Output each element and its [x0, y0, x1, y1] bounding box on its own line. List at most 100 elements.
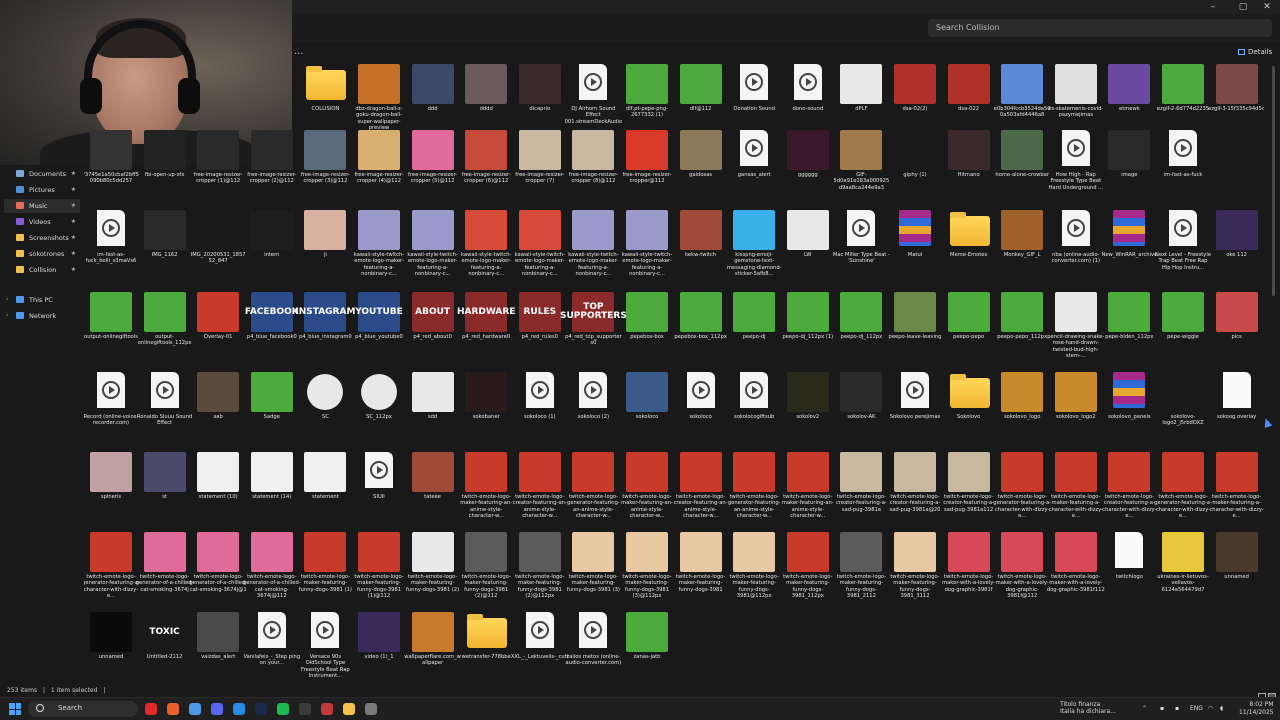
file-item[interactable]: pepe-wiggle — [1156, 290, 1210, 370]
taskbar-search[interactable]: Search — [28, 701, 138, 717]
file-item[interactable]: output-onlinegiftools — [84, 290, 138, 370]
nav-item-screenshots[interactable]: Screenshots ★ — [4, 231, 80, 245]
file-item[interactable]: sokoloco (1) — [513, 370, 567, 450]
file-item[interactable]: Overlay-01 — [191, 290, 245, 370]
file-item[interactable]: free-image-resizer-cropper (1)@112 — [191, 128, 245, 208]
tray-app-icon[interactable]: ▪ — [1160, 705, 1164, 712]
file-item[interactable]: sokolocogiftsub — [727, 370, 781, 450]
file-item[interactable]: statement (10) — [191, 450, 245, 530]
file-item[interactable]: pepebox-box_112px — [674, 290, 728, 370]
file-item[interactable]: gaidosas — [674, 128, 728, 208]
file-item[interactable]: twitchlogo — [1102, 530, 1156, 610]
file-item[interactable]: How High - Rap Freestyle Type Beat Hard … — [1048, 128, 1103, 208]
brave-icon[interactable] — [167, 703, 179, 715]
steam-icon[interactable] — [255, 703, 267, 715]
file-item[interactable]: twitch-emote-logo-maker-featuring-a-char… — [1049, 450, 1103, 530]
file-item[interactable]: sab — [191, 370, 245, 450]
file-item[interactable]: Ronaldo Siuuu Sound Effect — [137, 370, 192, 450]
file-item[interactable]: pepebox-box — [620, 290, 674, 370]
file-item[interactable]: im-fast-as-fuck — [1156, 128, 1210, 208]
file-item[interactable]: LW — [781, 208, 835, 288]
file-item[interactable]: twitch-emote-logo-generator-of-a-chilled… — [189, 530, 247, 610]
file-item[interactable]: vaizdas_alert — [191, 610, 245, 682]
more-options-button[interactable]: ... — [294, 46, 304, 57]
file-item[interactable]: Matui — [888, 208, 942, 288]
file-item[interactable]: ukraines-ir-lietuvos-veliavos-6124a56447… — [1156, 530, 1210, 610]
file-item[interactable]: twitch-emote-logo-generator-featuring-an… — [566, 450, 620, 530]
file-item[interactable]: TOXIC Untitled-2112 — [138, 610, 192, 682]
file-item[interactable]: pepe-biden_112px — [1102, 290, 1156, 370]
file-item[interactable]: sokoog.overlay — [1210, 370, 1264, 450]
file-item[interactable]: pics — [1210, 290, 1264, 370]
file-item[interactable]: gansas_alert — [727, 128, 781, 208]
file-item[interactable]: Sokolovo — [942, 370, 996, 450]
file-item[interactable]: twitch-emote-logo-creator-featuring-an-a… — [674, 450, 728, 530]
file-item[interactable]: video (1)_1 — [352, 610, 406, 682]
file-item[interactable]: twitch-emote-logo-maker-with-a-lovely-do… — [995, 530, 1049, 610]
file-item[interactable]: free-image-resizer-cropper (8)@112 — [566, 128, 620, 208]
file-item[interactable]: twitch-emote-logo-generator-featuring-a-… — [1154, 450, 1212, 530]
close-button[interactable]: ✕ — [1256, 0, 1278, 14]
nav-item-pictures[interactable]: Pictures ★ — [4, 183, 80, 197]
file-item[interactable]: gggggg — [781, 128, 835, 208]
file-item[interactable]: peepo-pepo — [942, 290, 996, 370]
chevron-right-icon[interactable]: › — [6, 309, 8, 323]
file-item[interactable]: twitch-emote-logo-maker-with-a-lovely-do… — [1047, 530, 1105, 610]
file-item[interactable]: twitch-emote-logo-generator-featuring-a-… — [993, 450, 1051, 530]
file-item[interactable]: wallpaperflare.com_wallpaper — [404, 610, 461, 682]
file-item[interactable]: twitch-emote-logo-creator-featuring-a-sa… — [942, 450, 996, 530]
file-item[interactable]: New_WinRAR_archive — [1101, 208, 1157, 288]
obs-icon[interactable] — [299, 703, 311, 715]
file-item[interactable]: SC — [298, 370, 352, 450]
file-item[interactable]: Versace 90s OldSchool Type Freestyle Bea… — [298, 610, 352, 682]
file-item[interactable]: sokolovo-logo2_j5rbdOXZ — [1156, 370, 1210, 450]
file-item[interactable]: kawaii-style-twitch-emote-logo-maker-fea… — [406, 208, 460, 288]
nav-item-videos[interactable]: Videos ★ — [4, 215, 80, 229]
file-item[interactable]: kawaii-style-twitch-emote-logo-maker-fea… — [566, 208, 620, 288]
volume-icon[interactable]: ◖ — [1220, 705, 1223, 712]
file-item[interactable]: twitch-emote-logo-maker-featuring-funny-… — [566, 530, 620, 610]
file-item[interactable]: peepo-dj_112px — [834, 290, 888, 370]
file-item[interactable]: fbi-open-up-sfx — [138, 128, 192, 208]
file-item[interactable]: RULES p4_red_rules0 — [513, 290, 567, 370]
file-item[interactable]: tateee — [406, 450, 460, 530]
file-item[interactable]: kekw-twitch — [674, 208, 728, 288]
maximize-button[interactable]: ▢ — [1232, 0, 1254, 14]
file-item[interactable]: twitch-emote-logo-generator-featuring-an… — [727, 450, 781, 530]
details-button[interactable]: Details — [1238, 48, 1272, 56]
file-item[interactable]: pencil-drawing-snake-rose-hand-drawn-twi… — [1047, 290, 1104, 370]
edge-icon[interactable] — [233, 703, 245, 715]
scrollbar[interactable] — [1272, 66, 1275, 296]
file-item[interactable]: twitch-emote-logo-maker-featuring-funny-… — [459, 530, 513, 610]
file-item[interactable]: twitch-emote-logo-generator-of-a-chilled… — [136, 530, 193, 610]
file-item[interactable]: twitch-emote-logo-maker-featuring-an-ani… — [459, 450, 513, 530]
file-item[interactable]: sokoloco — [674, 370, 728, 450]
explorer-icon[interactable] — [343, 703, 355, 715]
file-item[interactable]: peepo-dj_112px (1) — [781, 290, 835, 370]
file-item[interactable]: Vanilafeis_-_Step ping on your... — [243, 610, 300, 682]
file-item[interactable]: free-image-resizer-cropper (4)@112 — [352, 128, 406, 208]
file-item[interactable]: nba (online-audio-converter.com) (1) — [1049, 208, 1103, 288]
file-item[interactable]: FACEBOOK p4_blue_facebook0 — [245, 290, 299, 370]
file-item[interactable]: twitch-emote-logo-creator-featuring-a-ch… — [1102, 450, 1157, 530]
file-item[interactable]: SIUII — [352, 450, 406, 530]
file-item[interactable]: twitch-emote-logo-maker-featuring-funny-… — [620, 530, 674, 610]
file-item[interactable]: free-image-resizer-cropper@112 — [620, 128, 674, 208]
file-item[interactable]: TOP SUPPORTERS p4_red_top_supporters0 — [560, 290, 627, 370]
file-item[interactable]: Meme-Emotes — [942, 208, 996, 288]
file-item[interactable]: im-fast-as-fuck_bolli_s3maVs6 — [84, 208, 138, 288]
file-item[interactable]: Monkey_GIF_L — [995, 208, 1049, 288]
file-item[interactable]: twitch-emote-logo-maker-with-a-lovely-do… — [942, 530, 996, 610]
file-item[interactable]: sokolov2 — [781, 370, 835, 450]
file-item[interactable]: zanas-jatb — [620, 610, 674, 682]
file-item[interactable]: Next Level - Freestyle Trap Beat Free Ra… — [1155, 208, 1211, 288]
chrome-icon[interactable] — [189, 703, 201, 715]
file-item[interactable]: wetransfer-778bbe — [459, 610, 513, 682]
file-item[interactable]: twitch-emote-logo-maker-featuring-a-char… — [1209, 450, 1264, 530]
app-icon[interactable] — [321, 703, 333, 715]
file-item[interactable]: f3745e1a50cbaf2bff5090b80c5dd257 — [84, 128, 139, 208]
file-item[interactable]: unnamed — [1210, 530, 1264, 610]
file-item[interactable]: statement (14) — [245, 450, 299, 530]
file-item[interactable]: oke 112 — [1210, 208, 1264, 288]
file-item[interactable]: SC_112px — [352, 370, 406, 450]
